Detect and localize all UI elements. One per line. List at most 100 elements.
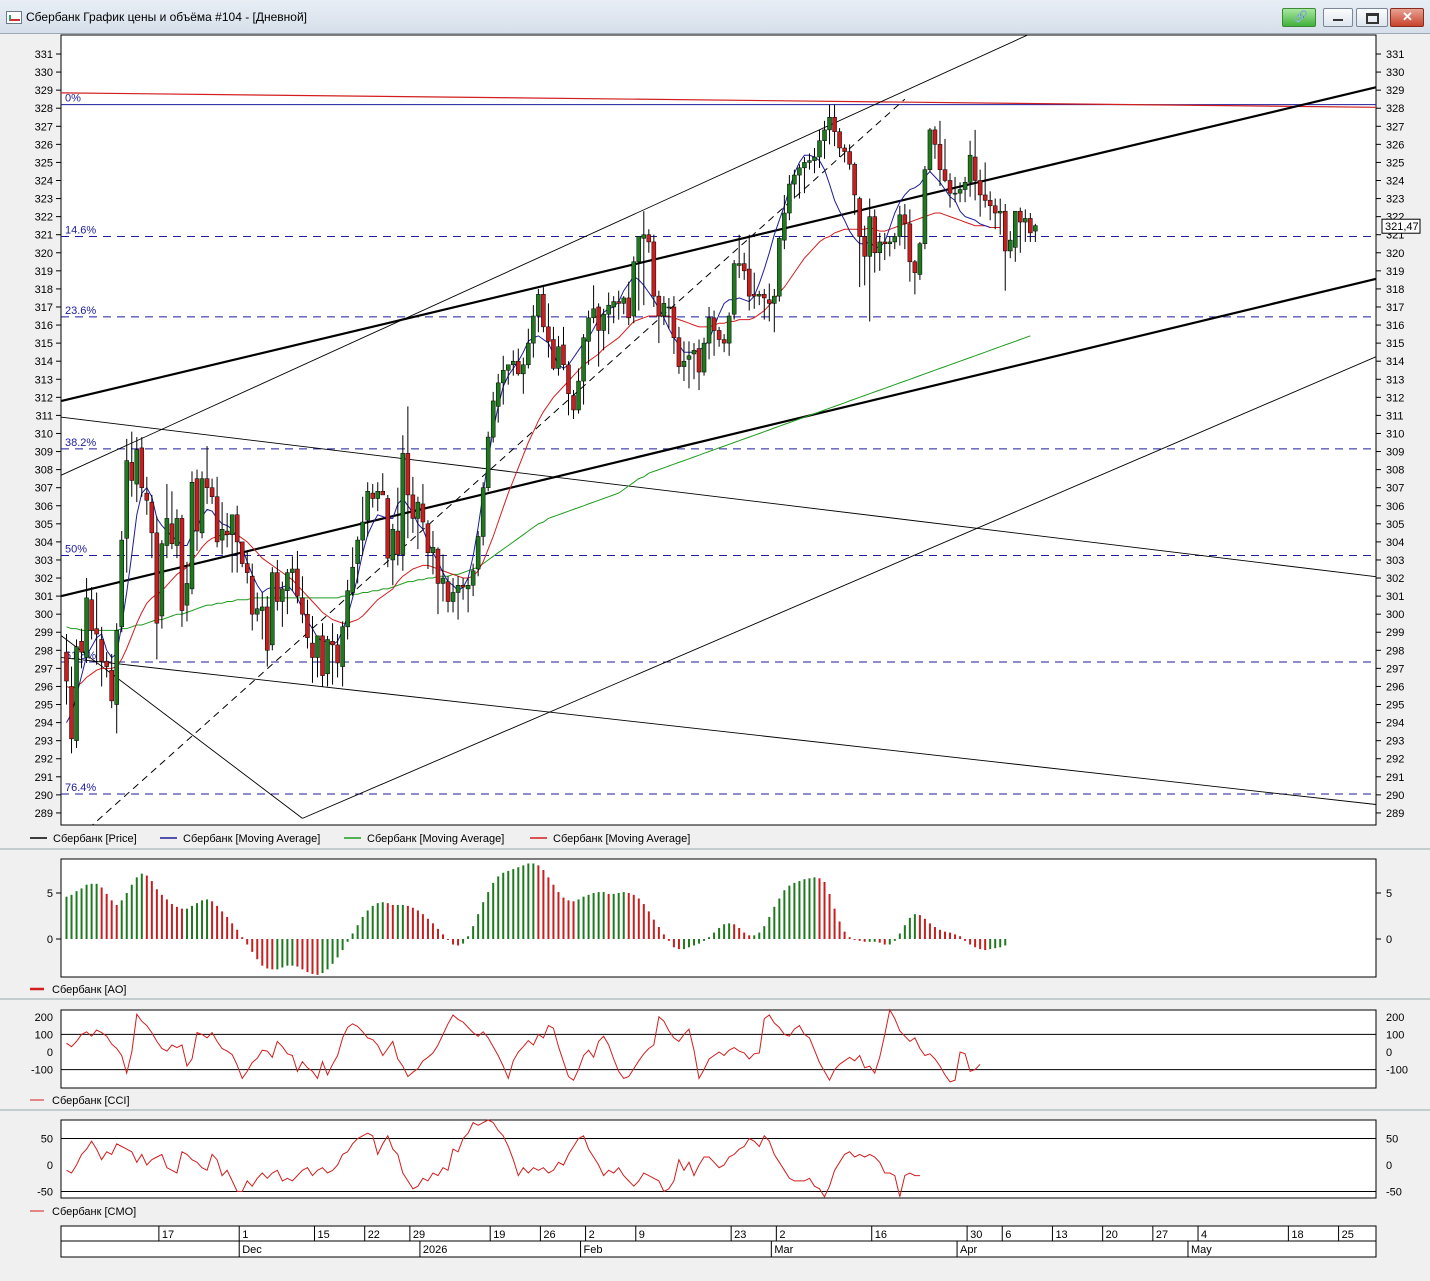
candle-body [686, 355, 692, 360]
candle-body [917, 243, 923, 275]
candle-body [852, 163, 857, 196]
y-tick-label-left: 304 [35, 537, 53, 549]
y-tick-label-right: 304 [1386, 537, 1404, 549]
candle-body [626, 297, 631, 319]
candle-body [1033, 225, 1038, 232]
candle-body [265, 606, 270, 651]
y-tick-label-right: 330 [1386, 67, 1404, 79]
fib-level-label: 76.4% [65, 782, 96, 794]
y-tick-label-right: 300 [1386, 609, 1404, 621]
candle-body [546, 326, 551, 342]
candle-body [531, 315, 536, 344]
y-tick-label-right: 326 [1386, 139, 1404, 151]
candle-body [566, 364, 571, 394]
cmo-tick-label-right: 50 [1386, 1134, 1398, 1146]
y-tick-label-right: 293 [1386, 736, 1404, 748]
candle-body [772, 295, 777, 304]
y-tick-label-right: 313 [1386, 374, 1404, 386]
y-tick-label-left: 320 [35, 248, 53, 260]
maximize-button[interactable] [1356, 8, 1388, 27]
y-tick-label-right: 301 [1386, 591, 1404, 603]
candle-body [104, 660, 109, 667]
y-tick-label-right: 316 [1386, 320, 1404, 332]
candle-body [767, 299, 772, 304]
candle-body [119, 539, 124, 628]
candle-body [239, 541, 245, 564]
month-label: Apr [960, 1244, 977, 1256]
link-icon: 🔗 [1294, 11, 1308, 23]
candle-body [666, 306, 672, 309]
day-label: 16 [875, 1229, 887, 1241]
candle-body [470, 570, 476, 586]
month-label: Mar [774, 1244, 793, 1256]
candle-body [260, 606, 265, 611]
y-tick-label-left: 323 [35, 194, 53, 206]
candle-body [817, 140, 822, 158]
candle-body [571, 395, 576, 411]
candle-body [390, 528, 396, 561]
y-tick-label-right: 314 [1386, 356, 1404, 368]
y-tick-label-left: 303 [35, 555, 53, 567]
day-label: 2 [779, 1229, 785, 1241]
candle-body [762, 294, 767, 299]
y-tick-label-right: 324 [1386, 175, 1404, 187]
candle-body [74, 646, 79, 741]
y-tick-label-left: 291 [35, 772, 53, 784]
candle-body [425, 523, 431, 553]
candle-body [295, 568, 300, 597]
close-button[interactable]: ✕ [1390, 8, 1424, 27]
candle-body [450, 592, 456, 602]
y-tick-label-left: 329 [35, 85, 53, 97]
cmo-tick-label-left: -50 [37, 1187, 53, 1199]
chart-area[interactable]: 0%14.6%23.6%38.2%50%61.8%76.4%289 289290 2… [0, 33, 1430, 1281]
y-tick-label-left: 289 [35, 808, 53, 820]
y-tick-label-right: 306 [1386, 501, 1404, 513]
candle-body [305, 613, 310, 638]
candle-body [300, 597, 305, 615]
candle-body [661, 303, 667, 317]
minimize-button[interactable] [1323, 8, 1353, 27]
cci-tick-label-left: 100 [35, 1029, 53, 1041]
legend-label: Сбербанк [Moving Average] [183, 833, 320, 845]
candle-body [992, 205, 998, 214]
candle-body [64, 651, 69, 682]
y-tick-label-left: 310 [35, 428, 53, 440]
candle-body [460, 585, 466, 588]
candle-body [204, 478, 210, 488]
y-tick-label-right: 327 [1386, 121, 1404, 133]
candle-body [114, 630, 119, 705]
link-button[interactable]: 🔗 [1282, 8, 1316, 27]
candle-body [350, 566, 355, 593]
candle-body [229, 514, 235, 535]
candle-body [270, 572, 275, 646]
candle-body [405, 453, 411, 496]
y-tick-label-left: 322 [35, 212, 53, 224]
candle-body [290, 568, 295, 573]
candle-body [746, 268, 752, 297]
candle-body [99, 639, 104, 662]
candle-body [872, 216, 877, 254]
ao-panel [60, 858, 1377, 978]
candle-body [154, 532, 160, 624]
candle-body [280, 588, 285, 602]
candle-body [380, 491, 386, 496]
y-tick-label-left: 300 [35, 609, 53, 621]
candle-body [937, 144, 943, 170]
candle-body [315, 635, 320, 658]
y-tick-label-left: 317 [35, 302, 53, 314]
candle-body [355, 539, 360, 564]
candle-body [320, 635, 325, 676]
candle-body [490, 400, 496, 438]
candle-body [500, 369, 506, 384]
y-tick-label-left: 290 [35, 790, 53, 802]
candle-body [214, 496, 220, 543]
candle-body [586, 317, 591, 342]
candle-body [234, 514, 240, 543]
candle-body [465, 585, 471, 590]
candle-body [877, 241, 882, 254]
y-tick-label-right: 292 [1386, 754, 1404, 766]
y-tick-label-left: 311 [35, 410, 53, 422]
cci-tick-label-left: 200 [35, 1012, 53, 1024]
cmo-tick-label-right: -50 [1386, 1187, 1402, 1199]
y-tick-label-left: 321 [35, 230, 53, 242]
